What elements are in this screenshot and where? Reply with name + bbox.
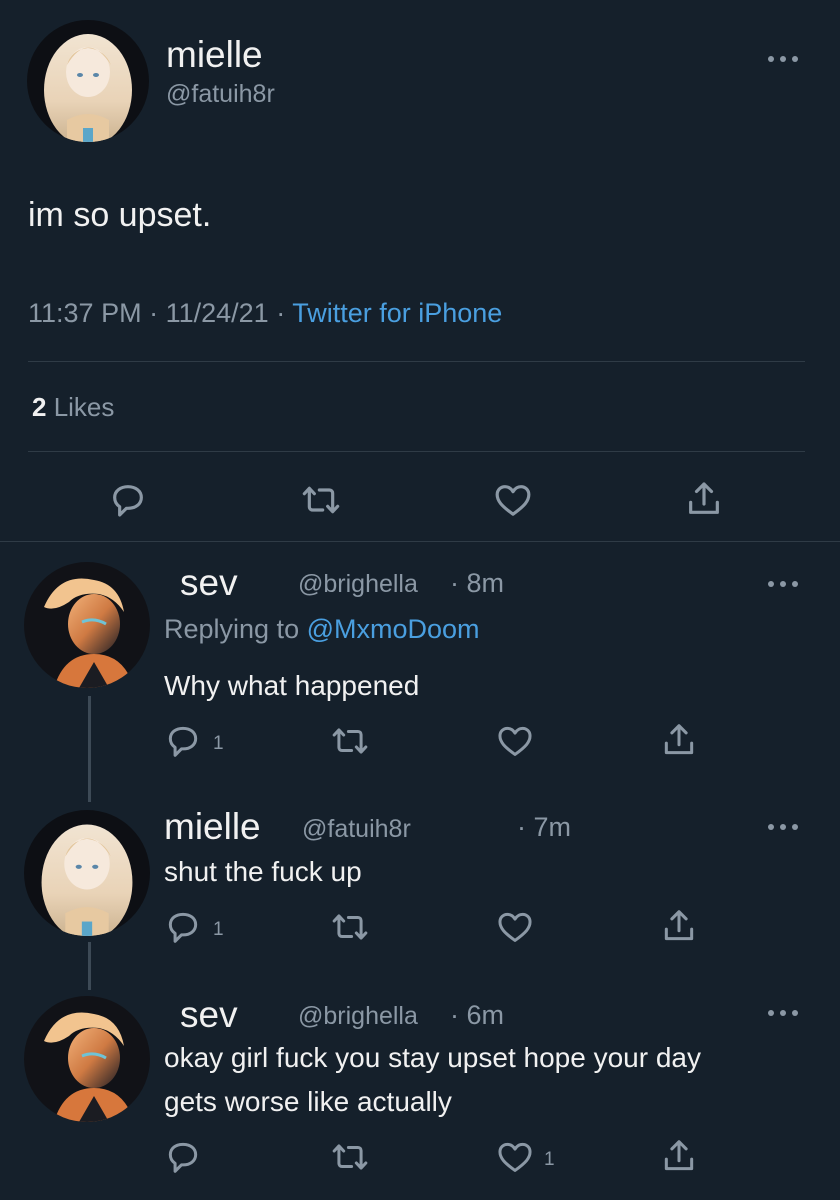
like-count: 1: [544, 1149, 555, 1170]
reply-count: 1: [213, 733, 224, 754]
reply-icon[interactable]: [164, 722, 202, 760]
main-tweet-text: im so upset.: [28, 196, 212, 234]
reply-text-line-1: okay girl fuck you stay upset hope your …: [164, 1042, 701, 1073]
reply-icon[interactable]: [108, 480, 148, 520]
reply-time: · 6m: [450, 1000, 504, 1030]
reply-text: Why what happened: [164, 670, 420, 701]
main-tweet-meta: 11:37 PM · 11/24/21 · Twitter for iPhone: [28, 298, 502, 329]
reply-display-name[interactable]: mielle: [164, 806, 261, 848]
tweet-time: 11:37 PM: [28, 298, 142, 328]
main-handle[interactable]: @fatuih8r: [166, 80, 275, 109]
avatar-sev[interactable]: [24, 996, 150, 1122]
more-icon[interactable]: [766, 1006, 800, 1020]
share-icon[interactable]: [684, 478, 724, 520]
share-icon[interactable]: [660, 906, 698, 946]
reply-handle[interactable]: @fatuih8r: [302, 815, 411, 844]
like-icon[interactable]: [492, 480, 534, 520]
likes-count: 2: [32, 392, 47, 422]
like-icon[interactable]: [495, 908, 535, 946]
meta-separator: ·: [268, 298, 293, 328]
reply-count: 1: [213, 919, 224, 940]
more-icon[interactable]: [766, 820, 800, 834]
share-icon[interactable]: [660, 1136, 698, 1176]
avatar-mielle[interactable]: [27, 20, 149, 142]
retweet-icon[interactable]: [300, 480, 342, 520]
more-icon[interactable]: [766, 577, 800, 591]
reply-time: · 7m: [517, 812, 571, 842]
tweet-date: 11/24/21: [165, 298, 269, 328]
retweet-icon[interactable]: [330, 1138, 370, 1176]
like-icon[interactable]: [495, 722, 535, 760]
reply-handle[interactable]: @brighella: [298, 570, 418, 599]
replying-to-handle[interactable]: @MxmoDoom: [307, 614, 480, 644]
reply-time: · 8m: [450, 568, 504, 598]
retweet-icon[interactable]: [330, 908, 370, 946]
divider: [28, 451, 805, 452]
reply-text-line-2: gets worse like actually: [164, 1086, 452, 1117]
reply-display-name[interactable]: sev: [180, 562, 238, 604]
divider: [0, 541, 840, 542]
meta-separator: ·: [141, 298, 166, 328]
retweet-icon[interactable]: [330, 722, 370, 760]
tweet-source-link[interactable]: Twitter for iPhone: [292, 298, 502, 328]
likes-stat[interactable]: 2 Likes: [32, 392, 114, 423]
thread-line: [88, 942, 91, 990]
like-icon[interactable]: [495, 1138, 535, 1176]
reply-icon[interactable]: [164, 908, 202, 946]
main-display-name[interactable]: mielle: [166, 34, 263, 76]
reply-display-name[interactable]: sev: [180, 994, 238, 1036]
divider: [28, 361, 805, 362]
thread-line: [88, 696, 91, 802]
replying-to-label: Replying to: [164, 614, 307, 644]
share-icon[interactable]: [660, 720, 698, 760]
likes-label: Likes: [46, 392, 115, 422]
avatar-mielle[interactable]: [24, 810, 150, 936]
reply-text: shut the fuck up: [164, 856, 362, 887]
avatar-sev[interactable]: [24, 562, 150, 688]
replying-to-line: Replying to @MxmoDoom: [164, 614, 480, 645]
reply-icon[interactable]: [164, 1138, 202, 1176]
more-icon[interactable]: [766, 52, 800, 66]
reply-handle[interactable]: @brighella: [298, 1002, 418, 1031]
